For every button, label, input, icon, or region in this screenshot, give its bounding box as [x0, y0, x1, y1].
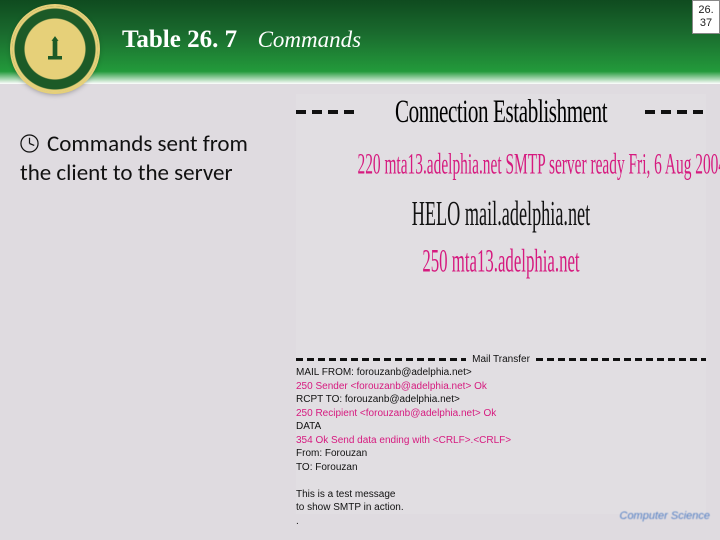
- smtp-helo-line: HELO mail.adelphia.net: [358, 194, 645, 235]
- page-number-box: 26. 37: [692, 0, 720, 34]
- mail-transfer-row: 250 Recipient <forouzanb@adelphia.net> O…: [296, 407, 706, 421]
- mail-transfer-row: MAIL FROM: forouzanb@adelphia.net>: [296, 366, 706, 380]
- bullet-line2: the client to the server: [20, 159, 280, 188]
- table-title: Commands: [258, 27, 362, 52]
- mail-transfer-row: From: Forouzan: [296, 447, 706, 461]
- crest-inner: [33, 27, 77, 71]
- mail-transfer-row: RCPT TO: forouzanb@adelphia.net>: [296, 393, 706, 407]
- page-number: 37: [700, 17, 712, 30]
- dash-right-2: [536, 358, 706, 361]
- footer-logo: Computer Science: [598, 510, 710, 530]
- smtp-250-line: 250 mta13.adelphia.net: [358, 244, 645, 280]
- mail-transfer-row: TO: Forouzan: [296, 461, 706, 475]
- mail-transfer-row: [296, 474, 706, 488]
- slide-root: Table 26. 7 Commands 26. 37 Commands sen…: [0, 0, 720, 540]
- figure-header-separator: Connection Establishment: [296, 96, 706, 127]
- university-crest: [12, 6, 98, 92]
- mail-transfer-row: 250 Sender <forouzanb@adelphia.net> Ok: [296, 380, 706, 394]
- smtp-220-line: 220 mta13.adelphia.net SMTP server ready…: [358, 146, 645, 181]
- tower-icon: [41, 35, 69, 63]
- mail-transfer-row: 354 Ok Send data ending with <CRLF>.<CRL…: [296, 434, 706, 448]
- clock-bullet-icon: [20, 134, 39, 153]
- footer-logo-text: Computer Science: [620, 510, 711, 522]
- bullet-line1: Commands sent from: [47, 130, 248, 158]
- mail-transfer-header: Mail Transfer: [296, 353, 706, 367]
- dash-left-2: [296, 358, 466, 361]
- mail-transfer-row: This is a test message: [296, 488, 706, 502]
- dash-left: [296, 110, 357, 114]
- bullet-block: Commands sent from the client to the ser…: [20, 130, 280, 188]
- mail-transfer-rows: MAIL FROM: forouzanb@adelphia.net>250 Se…: [296, 366, 706, 528]
- table-ref: Table 26. 7: [122, 26, 237, 53]
- mail-transfer-row: DATA: [296, 420, 706, 434]
- mail-transfer-block: Mail Transfer MAIL FROM: forouzanb@adelp…: [296, 353, 706, 529]
- dash-right: [645, 110, 706, 114]
- page-chapter: 26.: [698, 4, 713, 17]
- mail-transfer-label: Mail Transfer: [472, 353, 530, 367]
- slide-title: Table 26. 7 Commands: [122, 26, 361, 54]
- figure-section-label: Connection Establishment: [395, 93, 607, 131]
